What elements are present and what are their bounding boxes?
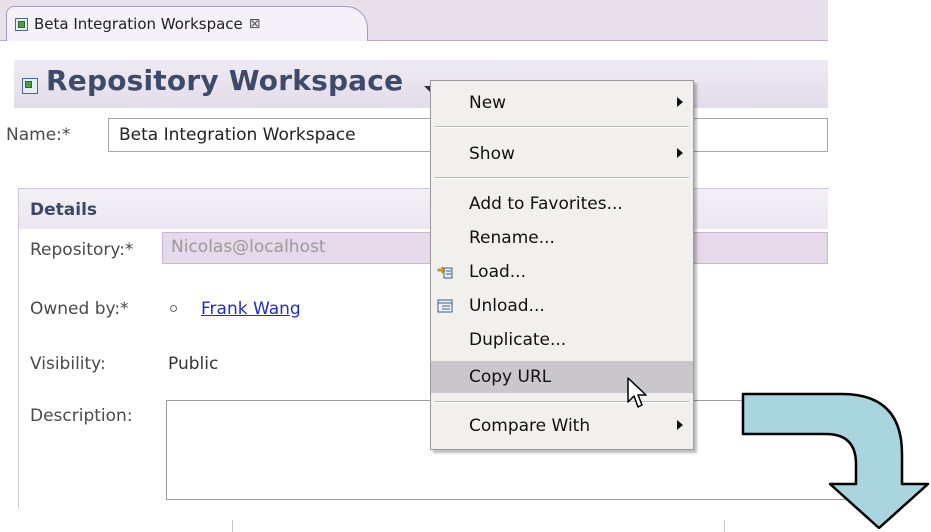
details-title: Details [30,200,98,220]
menu-item-label: Add to Favorites... [469,194,623,214]
load-icon [437,266,453,279]
menu-item-duplicate[interactable]: Duplicate... [431,324,693,356]
menu-item-label: Rename... [469,228,555,248]
menu-item-label: Show [469,144,515,164]
menu-item-add-to-favorites[interactable]: Add to Favorites... [431,188,693,220]
editor-tab-label: Beta Integration Workspace [34,15,243,33]
editor-tab-strip: Beta Integration Workspace ⊠ [0,0,828,41]
menu-item-load[interactable]: Load... [431,256,693,288]
description-label: Description: [30,406,133,426]
menu-item-label: Compare With [469,416,591,436]
menu-item-rename[interactable]: Rename... [431,222,693,254]
menu-separator [435,401,689,403]
menu-separator [435,126,689,128]
unload-icon [437,299,453,313]
owned-by-label: Owned by:* [30,299,129,319]
submenu-arrow-icon [677,97,683,107]
menu-item-compare-with[interactable]: Compare With [431,410,693,442]
menu-item-copy-url[interactable]: Copy URL [431,361,693,393]
owner-link[interactable]: Frank Wang [201,299,301,319]
menu-item-unload[interactable]: Unload... [431,290,693,322]
close-icon[interactable]: ⊠ [249,16,261,32]
visibility-value[interactable]: Public [168,354,218,374]
submenu-arrow-icon [677,420,683,430]
page-title: Repository Workspace [46,64,404,97]
workspace-icon [22,78,38,94]
mouse-pointer-icon [627,377,647,408]
context-menu: New Show Add to Favorites... Rename... L… [430,80,694,450]
divider [232,520,233,532]
menu-item-label: Unload... [469,296,545,316]
menu-item-label: Copy URL [469,367,552,387]
menu-separator [435,177,689,179]
name-label: Name:* [6,125,71,145]
details-section-header[interactable] [19,189,828,229]
submenu-arrow-icon [677,148,683,158]
curved-arrow-icon [741,392,930,530]
workspace-icon [15,17,28,31]
repository-label: Repository:* [30,240,134,260]
menu-item-label: New [469,93,507,113]
divider [724,520,725,532]
visibility-label: Visibility: [30,354,106,374]
menu-item-show[interactable]: Show [431,138,693,170]
editor-tab[interactable]: Beta Integration Workspace ⊠ [6,6,368,41]
menu-item-label: Duplicate... [469,330,567,350]
user-status-icon [170,305,177,312]
menu-item-new[interactable]: New [431,87,693,119]
menu-item-label: Load... [469,262,526,282]
